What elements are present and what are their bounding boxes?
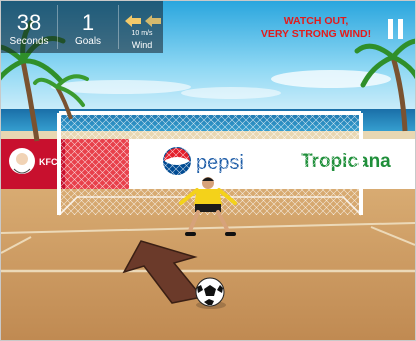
game-viewport[interactable]: KFC pepsi Tropicana [0,0,416,341]
cloud [181,87,281,99]
billboard-kfc-text: KFC [39,157,58,167]
pause-button[interactable] [386,19,406,39]
pause-icon [388,19,393,39]
beach-soccer-scene: KFC pepsi Tropicana [1,1,415,340]
